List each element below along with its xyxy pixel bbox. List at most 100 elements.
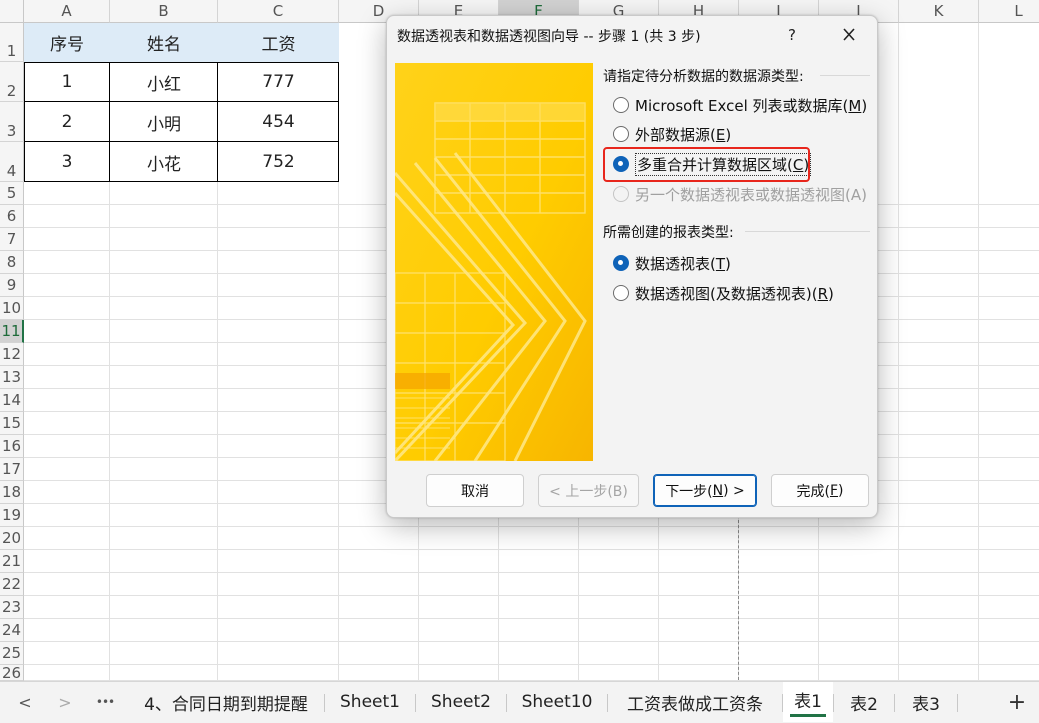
column-header-c[interactable]: C bbox=[218, 0, 339, 23]
column-header-l[interactable]: L bbox=[979, 0, 1039, 23]
row-header-21[interactable]: 21 bbox=[0, 550, 24, 573]
table-cell[interactable]: 3 bbox=[24, 142, 110, 182]
next-sheet-icon[interactable]: > bbox=[50, 682, 80, 722]
row-header-14[interactable]: 14 bbox=[0, 389, 24, 412]
option-excel-list[interactable]: Microsoft Excel 列表或数据库(M) bbox=[613, 94, 867, 116]
column-header-b[interactable]: B bbox=[110, 0, 218, 23]
option-label: 外部数据源(E) bbox=[635, 125, 732, 144]
row-header-24[interactable]: 24 bbox=[0, 619, 24, 642]
table-border bbox=[24, 62, 25, 182]
row-header-3[interactable]: 3 bbox=[0, 102, 24, 142]
select-all-corner[interactable] bbox=[0, 0, 24, 23]
table-cell[interactable]: 小明 bbox=[110, 102, 218, 142]
option-label: 另一个数据透视表或数据透视图(A) bbox=[635, 185, 867, 204]
table-header-cell[interactable]: 姓名 bbox=[110, 23, 218, 62]
row-header-4[interactable]: 4 bbox=[0, 142, 24, 182]
row-header-20[interactable]: 20 bbox=[0, 527, 24, 550]
row-header-5[interactable]: 5 bbox=[0, 182, 24, 205]
source-section-label: 请指定待分析数据的数据源类型: bbox=[603, 69, 804, 85]
row-header-11[interactable]: 11 bbox=[0, 320, 24, 343]
cancel-button[interactable]: 取消 bbox=[426, 474, 524, 507]
option-external-source[interactable]: 外部数据源(E) bbox=[613, 123, 731, 145]
sheet-tab-bar: < > ••• 4、合同日期到期提醒 Sheet1 Sheet2 Sheet10… bbox=[0, 681, 1039, 723]
grid-row-line bbox=[24, 641, 1039, 642]
option-label: 数据透视表(T) bbox=[635, 254, 731, 273]
column-header-k[interactable]: K bbox=[899, 0, 979, 23]
grid-row-line bbox=[24, 526, 1039, 527]
section-separator bbox=[820, 75, 870, 76]
table-border bbox=[109, 62, 110, 182]
row-header-8[interactable]: 8 bbox=[0, 251, 24, 274]
option-pivot-table[interactable]: 数据透视表(T) bbox=[613, 252, 731, 274]
row-header-1[interactable]: 1 bbox=[0, 23, 24, 62]
sheet-tab[interactable]: 工资表做成工资条 bbox=[608, 682, 782, 722]
radio-button[interactable] bbox=[613, 97, 629, 113]
grid-column-line bbox=[898, 23, 899, 681]
prev-sheet-icon[interactable]: < bbox=[10, 682, 40, 722]
table-cell[interactable]: 小红 bbox=[110, 62, 218, 102]
add-sheet-icon[interactable]: + bbox=[1002, 682, 1032, 722]
row-header-18[interactable]: 18 bbox=[0, 481, 24, 504]
sheet-tab[interactable]: 表2 bbox=[834, 682, 894, 722]
sheet-tab[interactable]: Sheet2 bbox=[416, 682, 506, 722]
table-cell[interactable]: 777 bbox=[218, 62, 339, 102]
report-section-label: 所需创建的报表类型: bbox=[603, 225, 734, 241]
page-break-line bbox=[738, 520, 739, 680]
row-header-17[interactable]: 17 bbox=[0, 458, 24, 481]
row-header-13[interactable]: 13 bbox=[0, 366, 24, 389]
table-cell[interactable]: 2 bbox=[24, 102, 110, 142]
grid-row-line bbox=[24, 664, 1039, 665]
close-icon[interactable] bbox=[837, 24, 861, 46]
table-border bbox=[24, 62, 339, 63]
option-label: Microsoft Excel 列表或数据库(M) bbox=[635, 96, 868, 115]
table-header-cell[interactable]: 工资 bbox=[218, 23, 339, 62]
row-header-25[interactable]: 25 bbox=[0, 642, 24, 665]
radio-button-selected[interactable] bbox=[613, 255, 629, 271]
sheet-tab[interactable]: 表3 bbox=[895, 682, 957, 722]
table-cell[interactable]: 1 bbox=[24, 62, 110, 102]
table-border bbox=[24, 101, 339, 102]
pivot-wizard-dialog: 数据透视表和数据透视图向导 -- 步骤 1 (共 3 步) ? 请指定待分析数据… bbox=[386, 15, 878, 518]
grid-row-line bbox=[24, 595, 1039, 596]
sheet-tab-active[interactable]: 表1 bbox=[783, 682, 833, 722]
row-header-6[interactable]: 6 bbox=[0, 205, 24, 228]
row-header-19[interactable]: 19 bbox=[0, 504, 24, 527]
table-cell[interactable]: 752 bbox=[218, 142, 339, 182]
finish-button[interactable]: 完成(F) bbox=[771, 474, 869, 507]
sheet-tab[interactable]: Sheet10 bbox=[507, 682, 607, 722]
table-cell[interactable]: 454 bbox=[218, 102, 339, 142]
next-button[interactable]: 下一步(N) > bbox=[653, 474, 757, 507]
excel-window: A B C D E F G H I J K L 1 2 3 4 5 6 7 8 9 10 11 12 1… bbox=[0, 0, 1039, 723]
section-separator bbox=[745, 231, 870, 232]
table-header-cell[interactable]: 序号 bbox=[24, 23, 110, 62]
row-header-7[interactable]: 7 bbox=[0, 228, 24, 251]
grid-row-line bbox=[24, 549, 1039, 550]
row-header-23[interactable]: 23 bbox=[0, 596, 24, 619]
table-border bbox=[24, 141, 339, 142]
tab-separator bbox=[957, 694, 958, 712]
radio-button[interactable] bbox=[613, 285, 629, 301]
highlight-box bbox=[603, 147, 810, 182]
help-button[interactable]: ? bbox=[781, 24, 803, 46]
wizard-illustration bbox=[395, 63, 593, 461]
sheet-tab[interactable]: 4、合同日期到期提醒 bbox=[128, 682, 324, 722]
option-label: 数据透视图(及数据透视表)(R) bbox=[635, 284, 834, 303]
row-header-10[interactable]: 10 bbox=[0, 297, 24, 320]
column-header-a[interactable]: A bbox=[24, 0, 110, 23]
table-border bbox=[217, 62, 218, 182]
row-header-22[interactable]: 22 bbox=[0, 573, 24, 596]
row-header-15[interactable]: 15 bbox=[0, 412, 24, 435]
table-cell[interactable]: 小花 bbox=[110, 142, 218, 182]
row-header-16[interactable]: 16 bbox=[0, 435, 24, 458]
more-sheets-icon[interactable]: ••• bbox=[90, 682, 120, 722]
back-button: < 上一步(B) bbox=[538, 474, 639, 507]
row-header-26[interactable]: 26 bbox=[0, 665, 24, 681]
grid-column-line bbox=[978, 23, 979, 681]
table-border bbox=[24, 181, 339, 182]
row-header-12[interactable]: 12 bbox=[0, 343, 24, 366]
radio-button[interactable] bbox=[613, 126, 629, 142]
sheet-tab[interactable]: Sheet1 bbox=[325, 682, 415, 722]
row-header-9[interactable]: 9 bbox=[0, 274, 24, 297]
option-pivot-chart[interactable]: 数据透视图(及数据透视表)(R) bbox=[613, 282, 834, 304]
row-header-2[interactable]: 2 bbox=[0, 62, 24, 102]
